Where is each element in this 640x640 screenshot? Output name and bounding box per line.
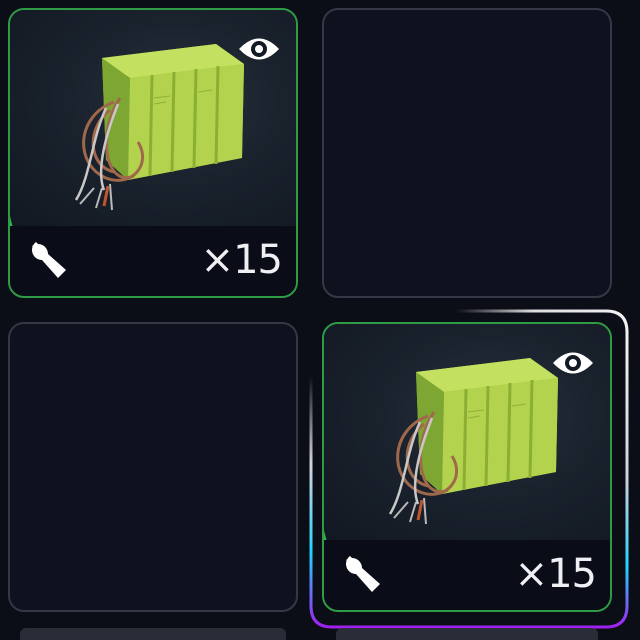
item-count: ×15 [514,551,597,597]
inventory-slot-3[interactable] [8,322,298,612]
next-row-slot-edge [20,628,286,640]
inventory-slot-4[interactable]: ×15 [322,322,612,612]
battery-pack-icon [74,44,244,211]
item-count: ×15 [200,237,283,283]
eye-icon[interactable] [550,346,596,380]
inventory-slot-1[interactable]: ×15 [8,8,298,298]
inventory-grid: ×15 ×15 [0,0,640,640]
battery-pack-icon [388,358,558,525]
next-row-slot-edge [336,628,598,640]
slot-footer: ×15 [10,226,296,296]
wrench-icon [346,556,380,592]
inventory-slot-2[interactable] [322,8,612,298]
slot-footer: ×15 [324,540,610,610]
wrench-icon [32,242,66,278]
eye-icon[interactable] [236,32,282,66]
